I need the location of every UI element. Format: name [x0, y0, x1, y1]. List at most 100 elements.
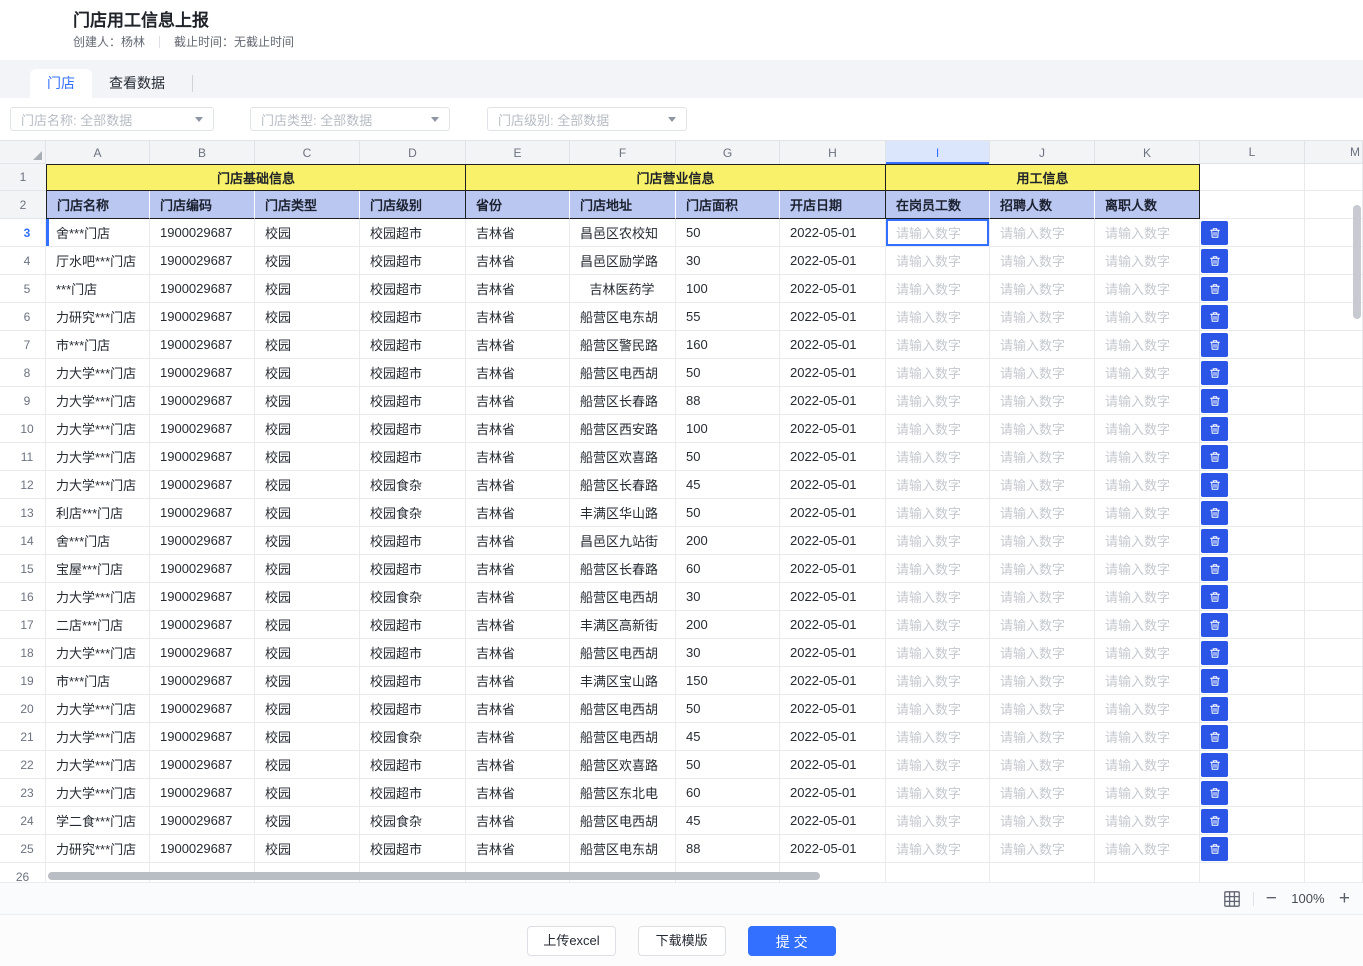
cell-store-name[interactable]: 力大学***门店 [46, 639, 150, 667]
cell-store-level[interactable]: 校园超市 [360, 835, 466, 863]
empty-cell[interactable] [1305, 331, 1363, 359]
column-header[interactable]: 门店编码 [150, 191, 255, 219]
cell-open-date[interactable]: 2022-05-01 [780, 471, 886, 499]
row-number[interactable]: 7 [0, 331, 46, 359]
cell-store-level[interactable]: 校园超市 [360, 331, 466, 359]
cell-store-name[interactable]: 厅水吧***门店 [46, 247, 150, 275]
cell-staff-count-input[interactable]: 请输入数字 [886, 499, 990, 527]
row-number[interactable]: 26 [0, 863, 46, 883]
cell-address[interactable]: 船营区西安路 [570, 415, 676, 443]
cell-province[interactable]: 吉林省 [466, 387, 570, 415]
cell-store-type[interactable]: 校园 [255, 359, 360, 387]
cell-staff-count-input[interactable]: 请输入数字 [886, 555, 990, 583]
cell-staff-count-input[interactable]: 请输入数字 [886, 527, 990, 555]
cell-store-code[interactable]: 1900029687 [150, 219, 255, 247]
empty-cell[interactable] [1305, 723, 1363, 751]
cell-province[interactable]: 吉林省 [466, 555, 570, 583]
cell-store-level[interactable]: 校园食杂 [360, 723, 466, 751]
cell-store-name[interactable]: 舍***门店 [46, 219, 150, 247]
cell-area[interactable]: 60 [676, 555, 780, 583]
delete-row-button[interactable] [1201, 277, 1228, 301]
cell-store-code[interactable]: 1900029687 [150, 387, 255, 415]
cell-staff-count-input[interactable]: 请输入数字 [886, 219, 990, 247]
cell-hiring-count-input[interactable]: 请输入数字 [990, 667, 1095, 695]
cell-address[interactable]: 船营区东北电 [570, 779, 676, 807]
cell-leaving-count-input[interactable]: 请输入数字 [1095, 807, 1200, 835]
delete-row-button[interactable] [1201, 529, 1228, 553]
row-number[interactable]: 20 [0, 695, 46, 723]
cell-staff-count-input[interactable]: 请输入数字 [886, 331, 990, 359]
cell-staff-count-input[interactable]: 请输入数字 [886, 667, 990, 695]
cell-leaving-count-input[interactable]: 请输入数字 [1095, 723, 1200, 751]
cell-store-level[interactable]: 校园超市 [360, 443, 466, 471]
cell-address[interactable]: 吉林医药学 [570, 275, 676, 303]
cell-area[interactable]: 100 [676, 415, 780, 443]
cell-open-date[interactable]: 2022-05-01 [780, 499, 886, 527]
cell-leaving-count-input[interactable]: 请输入数字 [1095, 555, 1200, 583]
cell-province[interactable]: 吉林省 [466, 639, 570, 667]
cell-store-type[interactable]: 校园 [255, 275, 360, 303]
empty-cell[interactable] [1305, 359, 1363, 387]
store-name-filter[interactable]: 门店名称: 全部数据 [10, 107, 214, 131]
cell-store-code[interactable]: 1900029687 [150, 835, 255, 863]
cell-address[interactable]: 船营区警民路 [570, 331, 676, 359]
cell-staff-count-input[interactable]: 请输入数字 [886, 835, 990, 863]
cell-leaving-count-input[interactable]: 请输入数字 [1095, 751, 1200, 779]
cell-store-level[interactable]: 校园超市 [360, 303, 466, 331]
cell-area[interactable]: 30 [676, 639, 780, 667]
column-header[interactable]: 门店类型 [255, 191, 360, 219]
cell-area[interactable]: 150 [676, 667, 780, 695]
cell-province[interactable]: 吉林省 [466, 499, 570, 527]
column-header[interactable]: 门店名称 [46, 191, 150, 219]
cell-area[interactable]: 30 [676, 247, 780, 275]
cell-store-code[interactable]: 1900029687 [150, 723, 255, 751]
cell-staff-count-input[interactable]: 请输入数字 [886, 275, 990, 303]
cell-store-type[interactable]: 校园 [255, 303, 360, 331]
cell-store-name[interactable]: 力大学***门店 [46, 723, 150, 751]
cell-province[interactable]: 吉林省 [466, 471, 570, 499]
cell-store-type[interactable]: 校园 [255, 611, 360, 639]
cell-store-level[interactable]: 校园食杂 [360, 499, 466, 527]
cell-store-code[interactable]: 1900029687 [150, 275, 255, 303]
delete-row-button[interactable] [1201, 613, 1228, 637]
cell-open-date[interactable]: 2022-05-01 [780, 527, 886, 555]
row-number[interactable]: 5 [0, 275, 46, 303]
cell-leaving-count-input[interactable]: 请输入数字 [1095, 667, 1200, 695]
row-number[interactable]: 12 [0, 471, 46, 499]
cell-address[interactable]: 丰满区高新街 [570, 611, 676, 639]
cell-store-code[interactable]: 1900029687 [150, 695, 255, 723]
cell-staff-count-input[interactable]: 请输入数字 [886, 611, 990, 639]
cell-store-level[interactable]: 校园超市 [360, 639, 466, 667]
cell-hiring-count-input[interactable]: 请输入数字 [990, 219, 1095, 247]
cell-leaving-count-input[interactable]: 请输入数字 [1095, 247, 1200, 275]
empty-cell[interactable] [1305, 863, 1363, 883]
cell-address[interactable]: 丰满区华山路 [570, 499, 676, 527]
cell-store-type[interactable]: 校园 [255, 751, 360, 779]
store-type-filter[interactable]: 门店类型: 全部数据 [250, 107, 450, 131]
empty-cell[interactable] [1305, 751, 1363, 779]
column-letter-C[interactable]: C [255, 141, 360, 164]
column-letter-E[interactable]: E [466, 141, 570, 164]
cell-leaving-count-input[interactable]: 请输入数字 [1095, 471, 1200, 499]
empty-cell[interactable] [1305, 807, 1363, 835]
cell-store-level[interactable]: 校园超市 [360, 387, 466, 415]
cell-open-date[interactable]: 2022-05-01 [780, 359, 886, 387]
delete-row-button[interactable] [1201, 669, 1228, 693]
cell-store-type[interactable]: 校园 [255, 387, 360, 415]
cell-store-type[interactable]: 校园 [255, 499, 360, 527]
empty-cell[interactable] [1305, 779, 1363, 807]
empty-cell[interactable] [1305, 555, 1363, 583]
cell-staff-count-input[interactable]: 请输入数字 [886, 387, 990, 415]
empty-cell[interactable] [1305, 695, 1363, 723]
cell-leaving-count-input[interactable]: 请输入数字 [1095, 219, 1200, 247]
store-level-filter[interactable]: 门店级别: 全部数据 [487, 107, 687, 131]
cell-store-code[interactable]: 1900029687 [150, 247, 255, 275]
cell-leaving-count-input[interactable]: 请输入数字 [1095, 835, 1200, 863]
cell-store-type[interactable]: 校园 [255, 667, 360, 695]
cell-address[interactable]: 昌邑区九站街 [570, 527, 676, 555]
cell-province[interactable]: 吉林省 [466, 835, 570, 863]
cell-store-name[interactable]: 力大学***门店 [46, 471, 150, 499]
column-header[interactable]: 省份 [466, 191, 570, 219]
cell-area[interactable]: 50 [676, 751, 780, 779]
column-letter-L[interactable]: L [1200, 141, 1305, 164]
